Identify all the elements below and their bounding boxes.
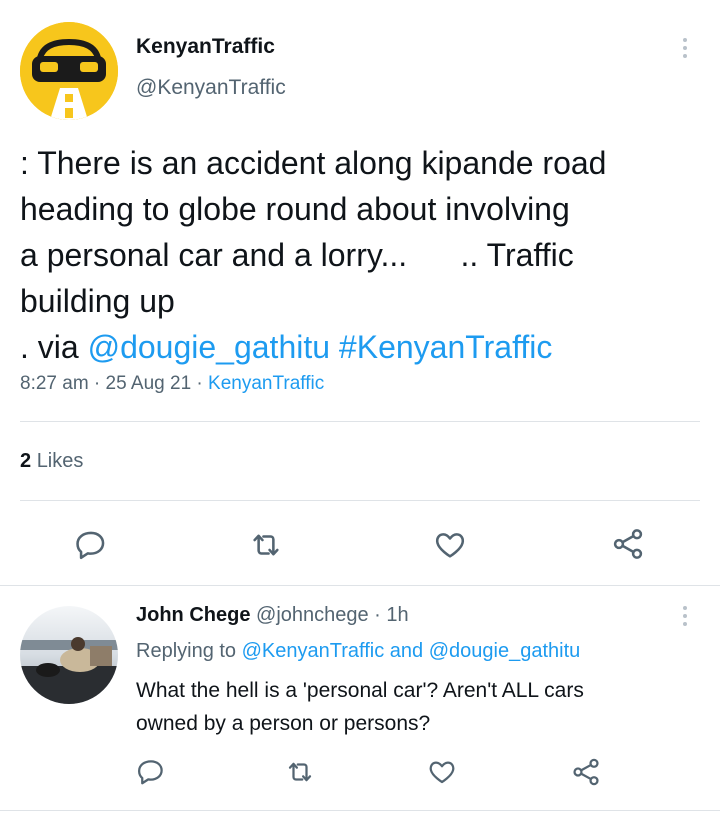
more-vertical-icon[interactable]: [681, 606, 689, 626]
tweet-body: : There is an accident along kipande roa…: [20, 140, 710, 370]
via-prefix: . via: [20, 329, 88, 365]
reply-body: What the hell is a 'personal car'? Aren'…: [136, 674, 696, 740]
reply-text-line: owned by a person or persons?: [136, 712, 431, 735]
replying-to-line: Replying to @KenyanTraffic and @dougie_g…: [136, 640, 580, 663]
tweet-date[interactable]: 25 Aug 21: [106, 373, 192, 394]
tweet-text-line: heading to globe round about involving: [20, 191, 570, 227]
display-name[interactable]: KenyanTraffic: [136, 35, 275, 59]
car-logo-icon: [20, 22, 118, 120]
reply-time[interactable]: 1h: [386, 604, 408, 626]
hashtag-link[interactable]: #KenyanTraffic: [339, 329, 552, 365]
divider: [20, 500, 700, 501]
reply-header: John Chege @johnchege · 1h: [136, 604, 409, 627]
divider: [0, 585, 720, 586]
share-icon[interactable]: [570, 756, 602, 788]
retweet-icon[interactable]: [248, 528, 284, 562]
likes-label: Likes: [36, 450, 84, 472]
reply-avatar[interactable]: [20, 606, 118, 704]
tweet-text-line: building up: [20, 283, 175, 319]
reply-handle[interactable]: @johnchege: [256, 604, 369, 626]
likes-summary[interactable]: 2 Likes: [20, 450, 83, 473]
mention-link[interactable]: @dougie_gathitu: [88, 329, 330, 365]
share-icon[interactable]: [610, 526, 646, 562]
tweet-text-line: : There is an accident along kipande roa…: [20, 145, 607, 181]
divider: [20, 421, 700, 422]
reply-display-name[interactable]: John Chege: [136, 604, 250, 626]
replying-to-mention[interactable]: @KenyanTraffic: [242, 640, 385, 662]
comment-icon[interactable]: [74, 528, 108, 562]
replying-and: and: [389, 640, 424, 662]
heart-icon[interactable]: [432, 528, 468, 562]
reply-dot: ·: [368, 604, 387, 626]
divider: [0, 810, 720, 811]
avatar[interactable]: [20, 22, 118, 120]
comment-icon[interactable]: [136, 757, 166, 787]
replying-to-mention[interactable]: @dougie_gathitu: [429, 640, 581, 662]
tweet-source[interactable]: KenyanTraffic: [208, 373, 324, 394]
tweet-time[interactable]: 8:27 am: [20, 373, 89, 394]
tweet-meta: 8:27 am · 25 Aug 21 · KenyanTraffic: [20, 373, 325, 394]
reply-text-line: What the hell is a 'personal car'? Aren'…: [136, 679, 584, 702]
likes-count: 2: [20, 450, 32, 472]
heart-icon[interactable]: [426, 757, 458, 787]
replying-to-label: Replying to: [136, 640, 237, 662]
avatar-photo-icon: [20, 606, 118, 704]
user-handle[interactable]: @KenyanTraffic: [136, 76, 286, 100]
more-vertical-icon[interactable]: [681, 38, 689, 58]
tweet-text-line: a personal car and a lorry... .. Traffic: [20, 237, 574, 273]
tweet-via-line: . via @dougie_gathitu #KenyanTraffic: [20, 324, 710, 370]
retweet-icon[interactable]: [284, 757, 316, 787]
